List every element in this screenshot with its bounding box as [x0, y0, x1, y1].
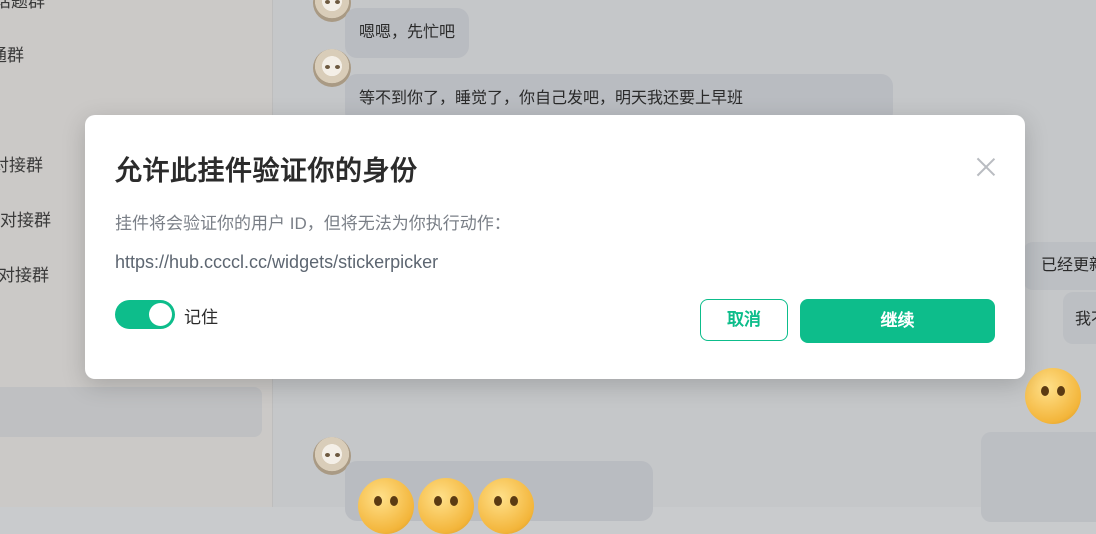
- message-bubble: 嗯嗯，先忙吧: [345, 8, 470, 58]
- message-bubble-own: [981, 432, 1096, 522]
- room-list-item[interactable]: 对接群: [0, 206, 51, 231]
- smiley-sticker-icon[interactable]: [478, 478, 534, 534]
- room-list-item-selected[interactable]: [0, 387, 262, 437]
- dialog-description: 挂件将会验证你的用户 ID，但将无法为你执行动作：: [115, 214, 511, 233]
- room-name: 对接群: [0, 211, 51, 230]
- close-icon[interactable]: [975, 155, 997, 177]
- message-bubble-own: 我不: [1063, 292, 1096, 344]
- room-name: 话题群: [0, 0, 45, 11]
- smiley-sticker-icon[interactable]: [418, 478, 474, 534]
- room-list-item[interactable]: 对接群: [0, 151, 43, 176]
- dialog-title: 允许此挂件验证你的身份: [115, 156, 418, 186]
- cancel-button[interactable]: 取消: [700, 299, 788, 341]
- remember-label: 记住: [184, 308, 218, 327]
- room-name: 对接群: [0, 156, 43, 175]
- remember-toggle[interactable]: [115, 300, 175, 329]
- message-bubble-own: 已经更新: [1023, 242, 1096, 290]
- toggle-knob: [149, 303, 172, 326]
- room-list-item[interactable]: 对接群: [0, 261, 49, 286]
- widget-permission-dialog: 允许此挂件验证你的身份 挂件将会验证你的用户 ID，但将无法为你执行动作： ht…: [85, 115, 1025, 379]
- continue-button[interactable]: 继续: [800, 299, 995, 343]
- widget-url: https://hub.ccccl.cc/widgets/stickerpick…: [115, 252, 439, 272]
- room-name: 对接群: [0, 266, 49, 285]
- smiley-sticker-icon[interactable]: [358, 478, 414, 534]
- room-list-item[interactable]: 通群: [0, 41, 24, 66]
- room-name: 通群: [0, 46, 24, 65]
- room-list-item[interactable]: 话题群: [0, 0, 45, 12]
- laughing-sticker-icon[interactable]: [1025, 368, 1081, 424]
